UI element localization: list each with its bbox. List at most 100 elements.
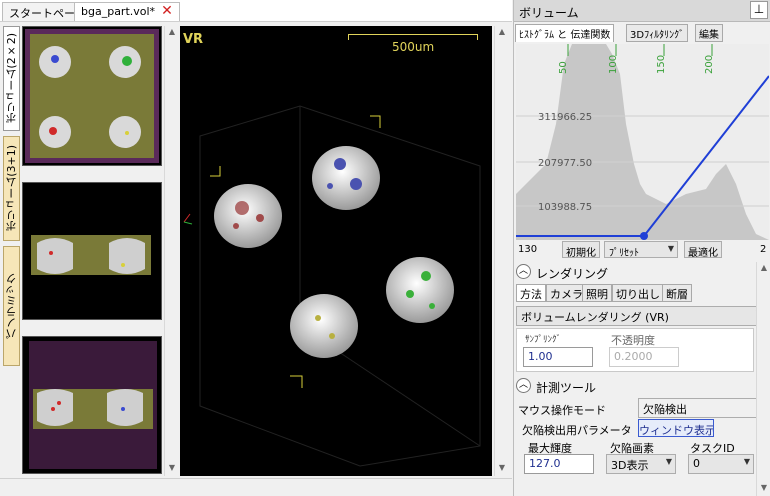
y-tick-1: 311966.25 <box>538 112 592 123</box>
tab-lighting[interactable]: 照明 <box>582 284 612 302</box>
histogram-chart[interactable]: 50 100 150 200 311966.25 207977.50 10398… <box>516 44 769 240</box>
task-id-select[interactable]: 0 ▼ <box>688 454 754 474</box>
preset-dropdown[interactable]: ﾌﾟﾘｾｯﾄ ▼ <box>604 241 678 258</box>
x-tick-50: 50 <box>558 61 569 74</box>
tab-label: ボリューム(2×2) <box>4 33 18 124</box>
horizontal-scrollbar[interactable] <box>0 478 512 496</box>
tab-crop[interactable]: 切り出し <box>612 284 664 302</box>
y-tick-3: 103988.75 <box>538 202 592 213</box>
transfer-handle[interactable] <box>640 232 648 240</box>
scroll-up-icon[interactable]: ▲ <box>757 262 770 274</box>
button-label: ウィンドウ表示 <box>639 424 714 437</box>
scroll-down-icon[interactable]: ▼ <box>495 462 509 474</box>
optimize-button[interactable]: 最適化 <box>684 241 722 258</box>
tab-label: 切り出し <box>616 288 660 301</box>
document-tabs: スタートページ bga_part.vol* ✕ <box>0 0 512 22</box>
tab-slice[interactable]: 断層 <box>662 284 692 302</box>
vr-render <box>183 105 481 467</box>
collapse-icon[interactable]: ︿ <box>516 378 531 393</box>
defect-pixel-select[interactable]: 3D表示 ▼ <box>606 454 676 474</box>
tab-volume-2x2[interactable]: ボリューム(2×2) <box>3 26 20 131</box>
tab-3d-filtering[interactable]: 3Dﾌｨﾙﾀﾘﾝｸﾞ <box>626 24 689 42</box>
panel-title: ボリューム <box>519 6 579 20</box>
chevron-down-icon: ▼ <box>667 244 674 253</box>
section-title: レンダリング <box>536 267 609 281</box>
thumbnail-scrollbar[interactable]: ▲ ▼ <box>164 26 178 476</box>
measure-section-header[interactable]: ︿ 計測ツール <box>514 376 770 396</box>
range-max-label: 2 <box>760 244 767 255</box>
tab-label: パノラミック <box>4 273 18 339</box>
tab-camera[interactable]: カメラ <box>546 284 587 302</box>
thumbnail-front-view[interactable] <box>22 336 162 474</box>
init-button[interactable]: 初期化 <box>562 241 600 258</box>
tab-histogram[interactable]: ﾋｽﾄｸﾞﾗﾑ と 伝達関数 <box>515 24 615 42</box>
defect-param-label: 欠陥検出用パラメータ <box>522 424 632 437</box>
histogram-controls: 130 初期化 ﾌﾟﾘｾｯﾄ ▼ 最適化 2 <box>514 240 770 260</box>
button-label: ﾌﾟﾘｾｯﾄ <box>609 248 639 258</box>
chevron-down-icon: ▼ <box>743 457 750 466</box>
volume-panel: ボリューム ⊥ ﾋｽﾄｸﾞﾗﾑ と 伝達関数 3Dﾌｨﾙﾀﾘﾝｸﾞ 編集 50 … <box>513 0 770 496</box>
tab-label: 編集 <box>699 30 719 41</box>
tab-label: bga_part.vol* <box>81 5 156 18</box>
x-tick-100: 100 <box>608 55 619 74</box>
collapse-icon[interactable]: ︿ <box>516 264 531 279</box>
render-method-select[interactable]: ボリュームレンダリング (VR)▼ <box>516 306 766 326</box>
sampling-input[interactable]: 1.00 <box>523 347 593 367</box>
pin-icon[interactable]: ⊥ <box>750 1 768 19</box>
solder-ball-blue <box>312 146 380 210</box>
input-value: 127.0 <box>529 457 561 470</box>
thumbnail-side-view[interactable] <box>22 182 162 320</box>
opacity-input[interactable]: 0.2000 <box>609 347 679 367</box>
select-value: ボリュームレンダリング (VR) <box>521 311 669 324</box>
panel-scrollbar[interactable]: ▲ ▼ <box>756 262 770 496</box>
scroll-down-icon[interactable]: ▼ <box>165 462 179 474</box>
input-value: 0.2000 <box>614 350 653 363</box>
max-brightness-input[interactable]: 127.0 <box>524 454 594 474</box>
x-tick-200: 200 <box>704 55 715 74</box>
select-value: 0 <box>693 457 700 470</box>
mouse-mode-label: マウス操作モード <box>518 404 606 417</box>
section-title: 計測ツール <box>536 381 597 395</box>
tab-label: 断層 <box>666 288 688 301</box>
tab-edit[interactable]: 編集 <box>695 24 723 42</box>
thumbnail-top-view[interactable] <box>22 26 162 166</box>
select-value: 欠陥検出 <box>643 403 687 416</box>
range-min-label: 130 <box>518 244 538 255</box>
panel-title-bar: ボリューム ⊥ <box>514 0 770 22</box>
input-value: 1.00 <box>528 350 553 363</box>
scroll-down-icon[interactable]: ▼ <box>757 482 770 494</box>
x-tick-150: 150 <box>656 55 667 74</box>
tab-label: 方法 <box>520 288 542 301</box>
rendering-params-group: ｻﾝﾌﾟﾘﾝｸﾞ 1.00 不透明度 0.2000 <box>516 328 754 372</box>
tab-label: 照明 <box>586 288 608 301</box>
tab-label: ﾋｽﾄｸﾞﾗﾑ と 伝達関数 <box>519 30 611 41</box>
viewport-scrollbar[interactable]: ▲ ▼ <box>494 26 508 476</box>
tab-label: カメラ <box>550 288 583 301</box>
vr-viewport[interactable]: VR 500um <box>180 26 492 476</box>
tab-volume-3plus1[interactable]: ボリューム(3+1) <box>3 136 20 241</box>
tab-panoramic[interactable]: パノラミック <box>3 246 20 366</box>
scroll-up-icon[interactable]: ▲ <box>495 26 509 38</box>
side-view-image <box>31 235 151 275</box>
close-icon[interactable]: ✕ <box>161 3 173 19</box>
window-display-button[interactable]: ウィンドウ表示 <box>638 419 714 437</box>
top-view-image <box>25 29 159 163</box>
chevron-down-icon: ▼ <box>665 457 672 466</box>
y-tick-2: 207977.50 <box>538 158 592 169</box>
sampling-label: ｻﾝﾌﾟﾘﾝｸﾞ <box>525 335 562 345</box>
front-view-image <box>29 341 157 469</box>
tab-label: 3Dﾌｨﾙﾀﾘﾝｸﾞ <box>630 30 685 41</box>
mouse-mode-select[interactable]: 欠陥検出 <box>638 398 768 418</box>
solder-ball-red <box>214 184 282 248</box>
tab-label: ボリューム(3+1) <box>4 145 18 232</box>
scroll-up-icon[interactable]: ▲ <box>165 26 179 38</box>
select-value: 3D表示 <box>611 459 649 472</box>
button-label: 最適化 <box>688 248 718 258</box>
opacity-label: 不透明度 <box>611 334 655 347</box>
button-label: 初期化 <box>566 248 596 258</box>
solder-ball-green <box>386 257 454 323</box>
solder-ball-yellow <box>290 294 358 358</box>
tab-bga-part[interactable]: bga_part.vol* ✕ <box>74 2 180 21</box>
rendering-section-header[interactable]: ︿ レンダリング <box>514 262 770 282</box>
tab-method[interactable]: 方法 <box>516 284 546 302</box>
